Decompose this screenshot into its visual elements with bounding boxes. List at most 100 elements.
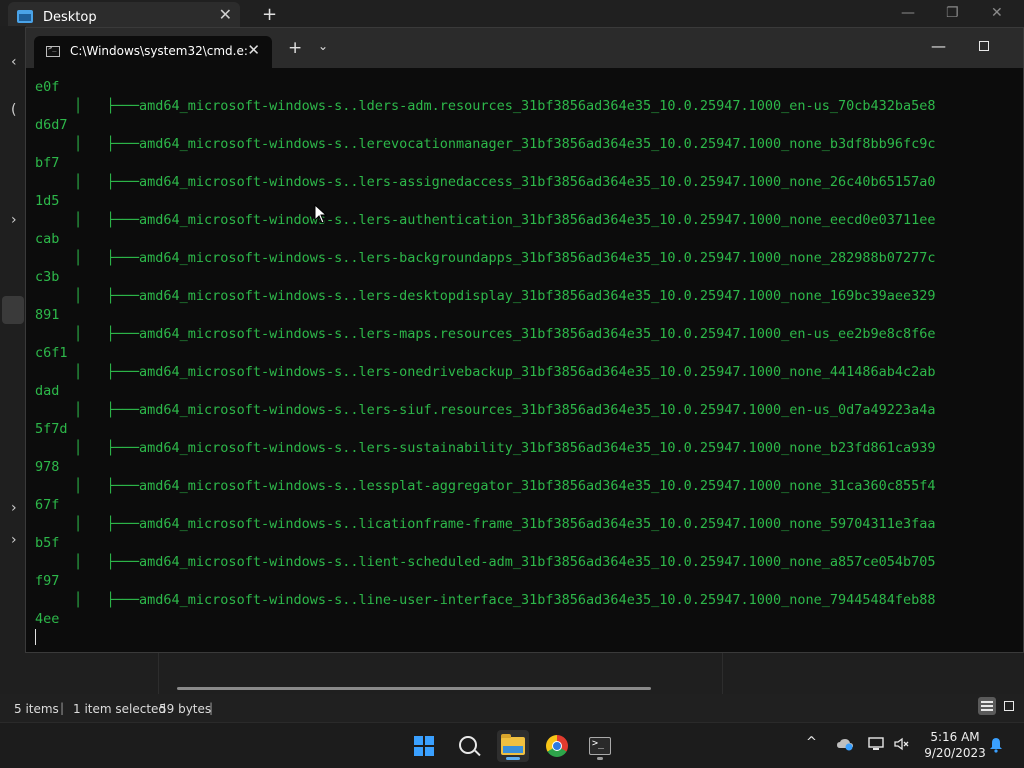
pane-divider: [722, 653, 723, 694]
search-icon: [459, 736, 477, 754]
terminal-line-hash: 1d5: [35, 193, 60, 209]
nav-pane-selected-item[interactable]: [2, 296, 24, 324]
tree-branch-prefix: │ ├───: [74, 402, 140, 418]
tree-branch-prefix: │ ├───: [74, 136, 140, 152]
tree-branch-prefix: │ ├───: [74, 516, 140, 532]
terminal-line-hash: cab: [35, 231, 60, 247]
taskbar-chrome[interactable]: [541, 730, 573, 762]
details-view-button[interactable]: [978, 697, 996, 715]
tree-branch-prefix: │ ├───: [74, 478, 140, 494]
terminal-line-entry: │ ├───amd64_microsoft-windows-s..lers-su…: [74, 439, 936, 458]
tiles-view-icon: [1004, 701, 1014, 711]
terminal-line-hash: 978: [35, 459, 60, 475]
text-caret: [35, 629, 36, 645]
active-indicator: [506, 757, 520, 760]
explorer-tab-title: Desktop: [43, 10, 97, 25]
terminal-line-entry: │ ├───amd64_microsoft-windows-s..licatio…: [74, 515, 936, 534]
terminal-line-hash: b5f: [35, 535, 60, 551]
terminal-window[interactable]: C:\Windows\system32\cmd.e: ✕ + ⌄ — e0f │ …: [25, 27, 1024, 653]
tiles-view-button[interactable]: [1000, 697, 1018, 715]
command-prompt-icon: [46, 44, 60, 57]
onedrive-icon[interactable]: [836, 737, 853, 751]
taskbar: ^ 5:16 AM 9/20/2023: [0, 722, 1024, 768]
package-entry-name: amd64_microsoft-windows-s..lers-assigned…: [139, 174, 936, 190]
tree-branch-prefix: │ ├───: [74, 98, 140, 114]
explorer-nav-strip: ‹ ( › › ›: [0, 26, 26, 694]
terminal-titlebar: C:\Windows\system32\cmd.e: ✕ + ⌄ —: [26, 28, 1023, 68]
pane-divider: [158, 653, 159, 694]
expand-chevron-icon[interactable]: ›: [11, 212, 17, 228]
terminal-line-entry: │ ├───amd64_microsoft-windows-s..lient-s…: [74, 553, 936, 572]
tree-branch-prefix: │ ├───: [74, 174, 140, 190]
back-chevron-icon[interactable]: ‹: [11, 54, 17, 70]
terminal-line-entry: │ ├───amd64_microsoft-windows-s..lers-ma…: [74, 325, 936, 344]
network-icon[interactable]: [868, 737, 886, 755]
terminal-line-entry: │ ├───amd64_microsoft-windows-s..lesspla…: [74, 477, 936, 496]
system-clock[interactable]: 5:16 AM 9/20/2023: [920, 729, 990, 761]
terminal-line-entry: │ ├───amd64_microsoft-windows-s..lers-as…: [74, 173, 936, 192]
status-selection: 1 item selected: [73, 702, 167, 716]
terminal-line-entry: │ ├───amd64_microsoft-windows-s..lers-on…: [74, 363, 936, 382]
file-explorer-icon: [501, 734, 525, 755]
package-entry-name: amd64_microsoft-windows-s..lers-backgrou…: [139, 250, 936, 266]
explorer-new-tab-button[interactable]: +: [262, 4, 277, 25]
terminal-output[interactable]: e0f │ ├───amd64_microsoft-windows-s..lder…: [26, 68, 1023, 652]
horizontal-scrollbar[interactable]: [177, 687, 651, 690]
terminal-line-hash: 5f7d: [35, 421, 68, 437]
terminal-new-tab-button[interactable]: +: [288, 38, 302, 58]
taskbar-terminal[interactable]: [584, 730, 616, 762]
explorer-close-button[interactable]: ✕: [991, 5, 1003, 21]
expand-chevron-icon[interactable]: ›: [11, 500, 17, 516]
terminal-tab-cmd[interactable]: C:\Windows\system32\cmd.e: ✕: [34, 36, 272, 68]
refresh-icon[interactable]: (: [11, 102, 16, 118]
package-entry-name: amd64_microsoft-windows-s..lerevocationm…: [139, 136, 936, 152]
terminal-minimize-button[interactable]: —: [931, 37, 946, 55]
clock-time: 5:16 AM: [930, 730, 980, 744]
running-indicator: [597, 757, 603, 760]
package-entry-name: amd64_microsoft-windows-s..lers-sustaina…: [139, 440, 936, 456]
terminal-line-entry: │ ├───amd64_microsoft-windows-s..lers-de…: [74, 287, 936, 306]
package-entry-name: amd64_microsoft-windows-s..lders-adm.res…: [139, 98, 936, 114]
package-entry-name: amd64_microsoft-windows-s..lers-siuf.res…: [139, 402, 936, 418]
search-button[interactable]: [452, 730, 484, 762]
tray-overflow-chevron-icon[interactable]: ^: [806, 735, 817, 750]
details-view-icon: [981, 701, 993, 711]
explorer-minimize-button[interactable]: —: [901, 5, 915, 21]
terminal-line-hash: bf7: [35, 155, 60, 171]
tree-branch-prefix: │ ├───: [74, 250, 140, 266]
volume-muted-icon[interactable]: [893, 737, 911, 755]
terminal-dropdown-button[interactable]: ⌄: [318, 39, 328, 53]
package-entry-name: amd64_microsoft-windows-s..lers-authenti…: [139, 212, 936, 228]
terminal-tab-close-button[interactable]: ✕: [247, 41, 260, 59]
status-size: 59 bytes: [159, 702, 212, 716]
terminal-line-hash: 67f: [35, 497, 60, 513]
package-entry-name: amd64_microsoft-windows-s..lers-desktopd…: [139, 288, 936, 304]
terminal-line-hash: c6f1: [35, 345, 68, 361]
tree-branch-prefix: │ ├───: [74, 212, 140, 228]
tree-branch-prefix: │ ├───: [74, 440, 140, 456]
terminal-line-entry: │ ├───amd64_microsoft-windows-s..lers-si…: [74, 401, 936, 420]
package-entry-name: amd64_microsoft-windows-s..lers-maps.res…: [139, 326, 936, 342]
terminal-line-entry: │ ├───amd64_microsoft-windows-s..lerevoc…: [74, 135, 936, 154]
status-separator: |: [60, 701, 65, 715]
explorer-restore-button[interactable]: ❐: [946, 5, 959, 21]
expand-chevron-icon[interactable]: ›: [11, 532, 17, 548]
terminal-line-hash: c3b: [35, 269, 60, 285]
start-button[interactable]: [408, 730, 440, 762]
package-entry-name: amd64_microsoft-windows-s..lessplat-aggr…: [139, 478, 936, 494]
chrome-icon: [546, 735, 568, 757]
terminal-tab-title: C:\Windows\system32\cmd.e:: [70, 44, 248, 58]
tree-branch-prefix: │ ├───: [74, 554, 140, 570]
terminal-line-entry: │ ├───amd64_microsoft-windows-s..lers-ba…: [74, 249, 936, 268]
status-item-count: 5 items: [14, 702, 59, 716]
package-entry-name: amd64_microsoft-windows-s..line-user-int…: [139, 592, 936, 608]
taskbar-file-explorer[interactable]: [497, 730, 529, 762]
notification-bell-icon[interactable]: [988, 737, 1002, 753]
terminal-line-hash: d6d7: [35, 117, 68, 133]
terminal-line-entry: │ ├───amd64_microsoft-windows-s..lers-au…: [74, 211, 936, 230]
terminal-line-hash: f97: [35, 573, 60, 589]
terminal-line-entry: │ ├───amd64_microsoft-windows-s..line-us…: [74, 591, 936, 610]
terminal-maximize-button[interactable]: [979, 41, 989, 51]
explorer-tab-close-button[interactable]: ✕: [219, 5, 232, 24]
terminal-icon: [589, 737, 611, 755]
